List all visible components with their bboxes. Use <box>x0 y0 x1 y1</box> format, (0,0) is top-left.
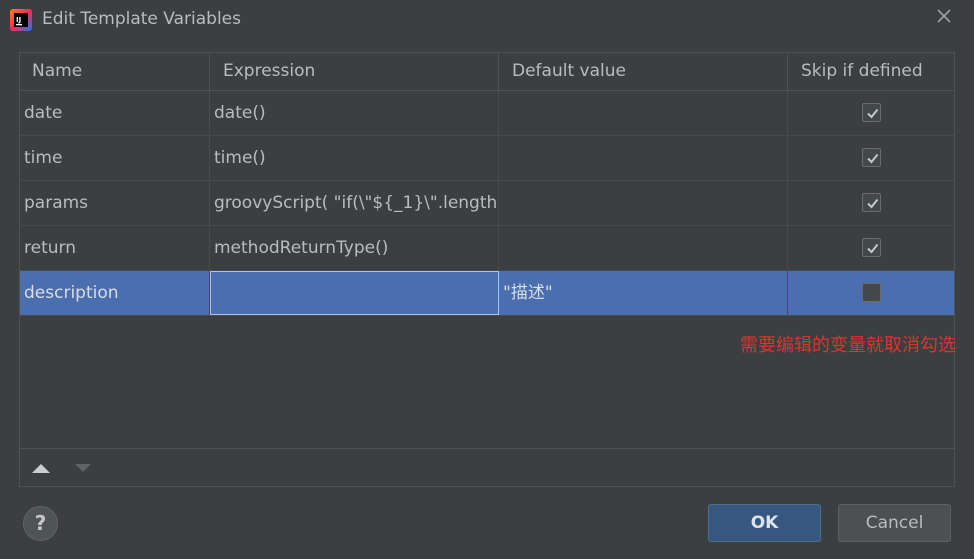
cancel-button[interactable]: Cancel <box>838 504 951 542</box>
table-toolbar <box>20 448 954 487</box>
cell-skip-if-defined <box>788 91 954 135</box>
skip-if-defined-checkbox[interactable] <box>862 238 881 257</box>
svg-text:IJ: IJ <box>16 16 21 24</box>
cell-expression-editor[interactable] <box>210 271 499 315</box>
skip-if-defined-checkbox[interactable] <box>862 283 881 302</box>
title-bar: IJ Edit Template Variables <box>0 0 974 40</box>
skip-if-defined-checkbox[interactable] <box>862 148 881 167</box>
cell-default-value[interactable] <box>499 91 788 135</box>
cell-skip-if-defined <box>788 226 954 270</box>
cell-default-value[interactable]: "描述" <box>499 271 788 315</box>
cell-skip-if-defined <box>788 181 954 225</box>
arrow-down-icon[interactable] <box>73 462 93 474</box>
column-header-name[interactable]: Name <box>20 53 210 90</box>
table-header: Name Expression Default value Skip if de… <box>20 53 954 91</box>
skip-if-defined-checkbox[interactable] <box>862 103 881 122</box>
cell-skip-if-defined <box>788 271 954 315</box>
cell-name[interactable]: time <box>20 136 210 180</box>
checkmark-icon <box>867 108 879 119</box>
help-button[interactable]: ? <box>23 506 58 541</box>
cell-default-value[interactable] <box>499 226 788 270</box>
cell-expression[interactable]: date() <box>210 91 499 135</box>
close-icon[interactable] <box>934 6 954 26</box>
intellij-idea-icon: IJ <box>10 9 32 31</box>
cell-name[interactable]: description <box>20 271 210 315</box>
table-row[interactable]: params groovyScript( "if(\"${_1}\".lengt… <box>20 181 954 226</box>
column-header-default-value[interactable]: Default value <box>499 53 788 90</box>
cell-name[interactable]: date <box>20 91 210 135</box>
dialog-title: Edit Template Variables <box>42 9 241 29</box>
column-header-skip-if-defined[interactable]: Skip if defined <box>788 53 954 90</box>
table-row[interactable]: time time() <box>20 136 954 181</box>
cell-expression[interactable]: groovyScript( "if(\"${_1}\".length… <box>210 181 499 225</box>
annotation-text: 需要编辑的变量就取消勾选 <box>740 335 956 356</box>
checkmark-icon <box>867 198 879 209</box>
cell-name[interactable]: return <box>20 226 210 270</box>
cell-default-value[interactable] <box>499 136 788 180</box>
cell-default-value[interactable] <box>499 181 788 225</box>
cell-expression[interactable]: time() <box>210 136 499 180</box>
column-header-expression[interactable]: Expression <box>210 53 499 90</box>
variables-table: Name Expression Default value Skip if de… <box>19 52 955 487</box>
ok-button[interactable]: OK <box>708 504 821 542</box>
table-row[interactable]: return methodReturnType() <box>20 226 954 271</box>
cell-skip-if-defined <box>788 136 954 180</box>
cell-name[interactable]: params <box>20 181 210 225</box>
table-row[interactable]: date date() <box>20 91 954 136</box>
skip-if-defined-checkbox[interactable] <box>862 193 881 212</box>
table-row-selected[interactable]: description "描述" <box>20 271 954 316</box>
cell-expression[interactable]: methodReturnType() <box>210 226 499 270</box>
arrow-up-icon[interactable] <box>31 462 51 474</box>
checkmark-icon <box>867 153 879 164</box>
checkmark-icon <box>867 243 879 254</box>
